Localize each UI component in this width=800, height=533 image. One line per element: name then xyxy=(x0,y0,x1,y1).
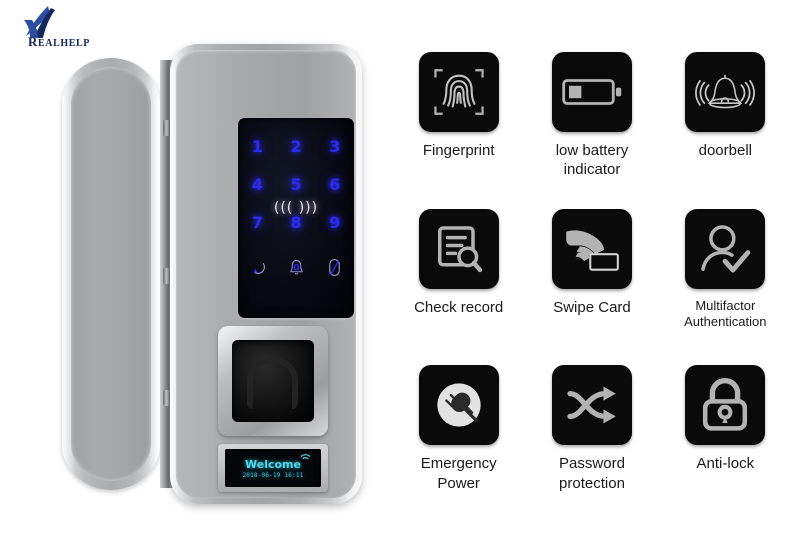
oled-display-frame: Welcome 2018-06-19 16:11 xyxy=(218,444,328,492)
feature-password-protection: Password protection xyxy=(525,365,658,522)
feature-tile xyxy=(418,208,499,289)
feature-tile xyxy=(685,52,766,132)
feature-swipe-card: Swipe Card xyxy=(525,208,658,366)
bell-icon: 0 xyxy=(289,259,303,275)
brand-initial: R xyxy=(28,34,38,49)
document-search-icon xyxy=(437,225,482,272)
nfc-wave-symbol: ((( ))) xyxy=(273,200,319,216)
hinge-pin xyxy=(163,268,170,284)
key-key[interactable] xyxy=(315,252,354,282)
key-5[interactable]: 5 xyxy=(277,166,316,204)
key-2[interactable]: 2 xyxy=(277,128,316,166)
feature-label: Swipe Card xyxy=(553,298,631,316)
feature-label: doorbell xyxy=(698,142,752,159)
doorbell-icon xyxy=(695,74,756,109)
lock-body: 1 2 3 4 5 6 7 8 9 0 ((())) Welcome 2018… xyxy=(170,44,362,504)
padlock-icon xyxy=(703,378,748,431)
keypad-row: 4 5 6 xyxy=(238,166,354,204)
feature-label: Emergency Power xyxy=(420,455,497,492)
keypad-row: 1 2 3 xyxy=(238,128,354,166)
card-key-icon xyxy=(329,258,341,276)
product-photo: 1 2 3 4 5 6 7 8 9 0 ((())) Welcome 2018… xyxy=(52,30,362,510)
product-feature-sheet: R EALHELP 1 2 3 4 5 6 7 8 9 0 ((())) We… xyxy=(0,0,800,533)
hinge-pin xyxy=(163,390,170,406)
feature-emergency-power: Emergency Power xyxy=(392,365,525,522)
fingerprint-sensor-well xyxy=(232,340,314,422)
key-1[interactable]: 1 xyxy=(238,128,277,166)
keypad-function-row: 0 xyxy=(238,252,354,282)
swipe-card-icon xyxy=(566,230,619,271)
key-6[interactable]: 6 xyxy=(315,166,354,204)
feature-tile xyxy=(685,365,766,446)
feature-grid: Fingerprint low battery indicator doorbe… xyxy=(392,52,792,522)
oled-display: Welcome 2018-06-19 16:11 xyxy=(225,449,321,487)
feature-label: Multifactor Authentication xyxy=(684,297,767,330)
touch-keypad[interactable]: 1 2 3 4 5 6 7 8 9 0 ((())) xyxy=(238,118,354,318)
feature-multifactor: Multifactor Authentication xyxy=(659,208,792,366)
feature-tile xyxy=(551,52,632,132)
power-plug-icon xyxy=(436,383,481,428)
fingerprint-icon xyxy=(434,69,484,115)
low-battery-icon xyxy=(562,79,622,105)
svg-text:0: 0 xyxy=(293,262,299,273)
fingerprint-reader[interactable] xyxy=(218,326,328,436)
feature-label: Check record xyxy=(414,298,504,316)
feature-doorbell: doorbell xyxy=(659,52,792,209)
glass-door-handle-panel xyxy=(62,58,160,490)
key-4[interactable]: 4 xyxy=(238,166,277,204)
back-key[interactable] xyxy=(238,252,277,282)
feature-tile xyxy=(551,208,632,289)
feature-label: low battery indicator xyxy=(555,142,629,179)
feature-check-record: Check record xyxy=(392,208,525,366)
display-timestamp: 2018-06-19 16:11 xyxy=(242,472,304,479)
hinge-pin xyxy=(163,120,170,136)
feature-label: Anti-lock xyxy=(696,455,755,473)
feature-tile xyxy=(418,365,499,446)
feature-tile xyxy=(418,52,499,132)
user-check-icon xyxy=(701,224,751,273)
key-3[interactable]: 3 xyxy=(315,128,354,166)
feature-low-battery: low battery indicator xyxy=(525,52,658,209)
feature-tile xyxy=(551,365,632,446)
fingerprint-ridge-detail xyxy=(246,358,298,409)
shuffle-arrows-icon xyxy=(567,386,616,424)
display-greeting: Welcome xyxy=(245,458,301,471)
back-arrow-icon xyxy=(253,262,265,274)
feature-tile xyxy=(685,208,766,289)
feature-label: Fingerprint xyxy=(422,142,495,159)
feature-fingerprint: Fingerprint xyxy=(392,52,525,209)
feature-label: Password protection xyxy=(559,455,625,492)
feature-anti-lock: Anti-lock xyxy=(659,365,792,522)
bell-key[interactable]: 0 xyxy=(277,252,316,282)
